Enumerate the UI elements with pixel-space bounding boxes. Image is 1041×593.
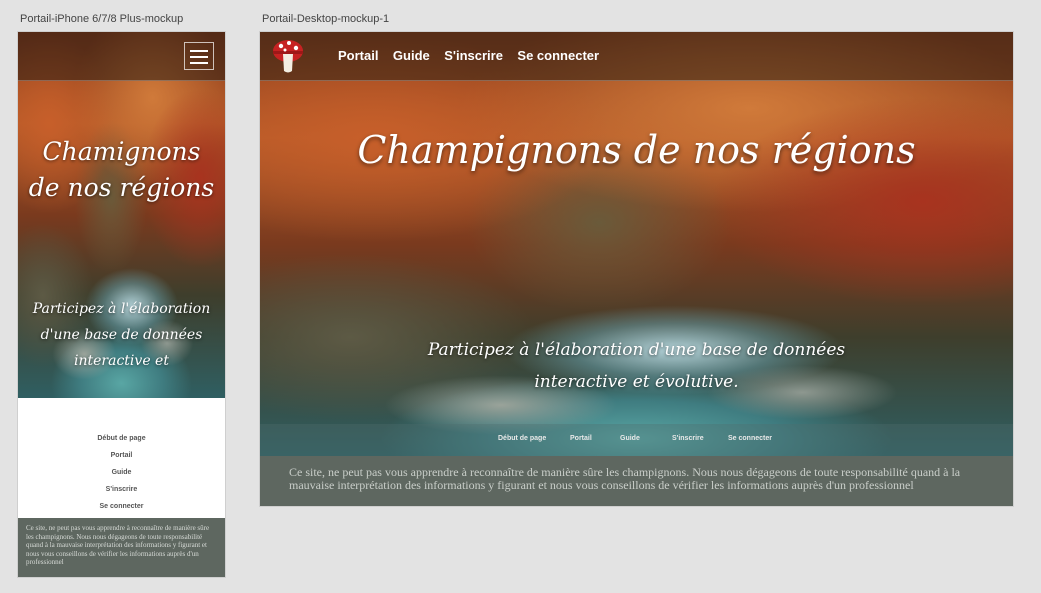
desktop-artboard-label: Portail-Desktop-mockup-1 [262,13,390,25]
mobile-mockup: Chamignons de nos régions Participez à l… [18,32,225,577]
mobile-subtitle: Participez à l'élaboration d'une base de… [32,301,211,369]
nav-guide[interactable]: Guide [393,48,430,63]
mobile-page-title: Chamignons de nos régions [28,137,215,202]
desktop-footer-nav: Début de page Portail Guide S'inscrire S… [260,424,1013,456]
nav-top-of-page[interactable]: Début de page [18,430,225,447]
nav-portail[interactable]: Portail [18,447,225,464]
mobile-artboard-label: Portail-iPhone 6/7/8 Plus-mockup [20,13,184,25]
mobile-footer-nav: Début de page Portail Guide S'inscrire S… [18,430,225,515]
footer-nav-sinscrire[interactable]: S'inscrire [672,435,704,442]
mushroom-logo-icon[interactable] [272,37,304,75]
desktop-mockup: Portail Guide S'inscrire Se connecter Ch… [260,32,1013,506]
footer-nav-portail[interactable]: Portail [570,435,592,442]
desktop-top-bar: Portail Guide S'inscrire Se connecter [260,32,1013,81]
desktop-main-nav: Portail Guide S'inscrire Se connecter [338,47,609,65]
footer-nav-guide[interactable]: Guide [620,435,640,442]
footer-nav-top-of-page[interactable]: Début de page [498,435,546,442]
desktop-disclaimer: Ce site, ne peut pas vous apprendre à re… [260,456,1013,506]
nav-se-connecter[interactable]: Se connecter [517,48,599,63]
mobile-top-bar [18,32,225,81]
mobile-disclaimer: Ce site, ne peut pas vous apprendre à re… [18,518,225,577]
nav-portail[interactable]: Portail [338,48,378,63]
footer-nav-se-connecter[interactable]: Se connecter [728,435,772,442]
nav-guide[interactable]: Guide [18,464,225,481]
hamburger-menu-icon[interactable] [184,42,214,70]
nav-sinscrire[interactable]: S'inscrire [444,48,503,63]
desktop-subtitle: Participez à l'élaboration d'une base de… [427,340,846,392]
desktop-page-title: Champignons de nos régions [357,128,916,172]
nav-se-connecter[interactable]: Se connecter [18,498,225,515]
nav-sinscrire[interactable]: S'inscrire [18,481,225,498]
